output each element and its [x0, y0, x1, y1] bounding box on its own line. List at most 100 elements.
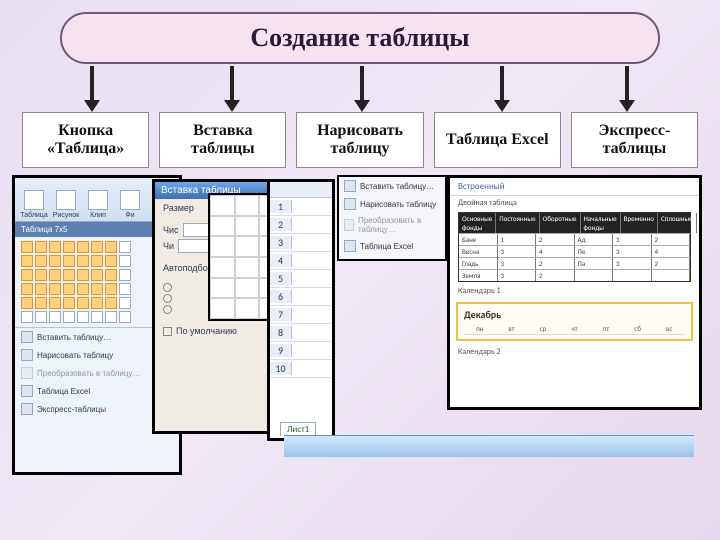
grid-cell[interactable] — [63, 283, 75, 295]
ribbon-button-shapes[interactable]: Фи — [115, 181, 145, 219]
grid-cell[interactable] — [35, 255, 47, 267]
grid-cell[interactable] — [35, 269, 47, 281]
excel-row[interactable]: 6 — [270, 288, 332, 306]
grid-cell[interactable] — [77, 269, 89, 281]
grid-cell[interactable] — [105, 269, 117, 281]
day-header: чт — [559, 323, 591, 335]
sample-table[interactable]: Основные фондыПостоянныеОборотныеНачальн… — [458, 212, 691, 282]
grid-cell[interactable] — [63, 255, 75, 267]
grid-cell[interactable] — [77, 311, 89, 323]
checkbox-label: По умолчанию — [176, 326, 237, 336]
excel-row[interactable]: 9 — [270, 342, 332, 360]
menu-item-label: Таблица Excel — [37, 387, 90, 396]
grid-cell[interactable] — [35, 283, 47, 295]
grid-cell[interactable] — [119, 283, 131, 295]
grid-cell[interactable] — [35, 297, 47, 309]
grid-cell[interactable] — [119, 269, 131, 281]
grid-cell[interactable] — [91, 241, 103, 253]
grid-cell[interactable] — [21, 269, 33, 281]
grid-cell[interactable] — [49, 283, 61, 295]
arrow — [230, 66, 234, 102]
arrow — [625, 66, 629, 102]
menu-item-insert-table[interactable]: Вставить таблицу… — [339, 177, 445, 195]
excel-row[interactable]: 5 — [270, 270, 332, 288]
table-row: Земля32 — [459, 269, 690, 281]
default-checkbox[interactable] — [163, 327, 172, 336]
excel-icon — [344, 240, 356, 252]
menu-item-excel[interactable]: Таблица Excel — [339, 237, 445, 255]
excel-row[interactable]: 2 — [270, 216, 332, 234]
draw-table-icon — [21, 349, 33, 361]
excel-row[interactable]: 3 — [270, 234, 332, 252]
grid-cell[interactable] — [63, 297, 75, 309]
menu-item-draw-table[interactable]: Нарисовать таблицу — [339, 195, 445, 213]
grid-cell[interactable] — [63, 269, 75, 281]
row-header[interactable]: 3 — [270, 236, 292, 249]
sheet-tab[interactable]: Лист1 — [280, 422, 316, 436]
row-header[interactable]: 2 — [270, 218, 292, 231]
grid-cell[interactable] — [119, 297, 131, 309]
calendar-sample[interactable]: Декабрь пнвтсрчтптсбвс — [456, 302, 693, 341]
grid-cell[interactable] — [49, 241, 61, 253]
grid-cell[interactable] — [35, 241, 47, 253]
grid-cell[interactable] — [91, 283, 103, 295]
row-header[interactable]: 4 — [270, 254, 292, 267]
radio-option[interactable] — [163, 305, 172, 314]
grid-cell[interactable] — [91, 269, 103, 281]
col-header: Основные фонды — [459, 213, 496, 233]
ribbon-button-label: Клип — [90, 212, 106, 219]
row-header[interactable]: 5 — [270, 272, 292, 285]
grid-cell[interactable] — [119, 255, 131, 267]
grid-cell[interactable] — [21, 241, 33, 253]
ribbon-button-picture[interactable]: Рисунок — [51, 181, 81, 219]
grid-cell[interactable] — [105, 241, 117, 253]
grid-cell[interactable] — [21, 297, 33, 309]
grid-cell[interactable] — [91, 311, 103, 323]
grid-cell[interactable] — [105, 255, 117, 267]
excel-row[interactable]: 4 — [270, 252, 332, 270]
grid-cell[interactable] — [49, 255, 61, 267]
ribbon-button-label: Таблица — [20, 212, 47, 219]
row-header[interactable]: 8 — [270, 326, 292, 339]
row-header[interactable]: 7 — [270, 308, 292, 321]
quick-tables-gallery-screenshot: Встроенный Двойная таблица Основные фонд… — [447, 175, 702, 410]
grid-cell[interactable] — [105, 297, 117, 309]
radio-option[interactable] — [163, 283, 172, 292]
excel-row[interactable]: 10 — [270, 360, 332, 378]
grid-cell[interactable] — [105, 283, 117, 295]
excel-row[interactable]: 1 — [270, 198, 332, 216]
grid-cell[interactable] — [91, 255, 103, 267]
col-header: Постоянные — [496, 213, 539, 233]
row-header[interactable]: 1 — [270, 200, 292, 213]
grid-cell[interactable] — [119, 241, 131, 253]
grid-cell[interactable] — [77, 297, 89, 309]
grid-cell[interactable] — [63, 241, 75, 253]
grid-cell[interactable] — [119, 311, 131, 323]
ribbon-button-label: Фи — [125, 212, 134, 219]
excel-row[interactable]: 7 — [270, 306, 332, 324]
grid-cell[interactable] — [21, 255, 33, 267]
grid-cell[interactable] — [77, 255, 89, 267]
ribbon-button-table[interactable]: Таблица — [19, 181, 49, 219]
excel-row[interactable]: 8 — [270, 324, 332, 342]
convert-icon — [344, 219, 354, 231]
menu-item-convert[interactable]: Преобразовать в таблицу… — [339, 213, 445, 237]
ribbon-button-clip[interactable]: Клип — [83, 181, 113, 219]
row-header[interactable]: 9 — [270, 344, 292, 357]
radio-option[interactable] — [163, 294, 172, 303]
grid-cell[interactable] — [35, 311, 47, 323]
col-header: Начальные фонды — [581, 213, 621, 233]
grid-cell[interactable] — [63, 311, 75, 323]
row-header[interactable]: 6 — [270, 290, 292, 303]
grid-cell[interactable] — [77, 241, 89, 253]
grid-cell[interactable] — [21, 311, 33, 323]
grid-cell[interactable] — [49, 297, 61, 309]
grid-cell[interactable] — [49, 269, 61, 281]
grid-cell[interactable] — [91, 297, 103, 309]
row-header[interactable]: 10 — [270, 362, 292, 375]
menu-item-label: Нарисовать таблицу — [360, 200, 436, 209]
grid-cell[interactable] — [77, 283, 89, 295]
grid-cell[interactable] — [49, 311, 61, 323]
grid-cell[interactable] — [105, 311, 117, 323]
grid-cell[interactable] — [21, 283, 33, 295]
